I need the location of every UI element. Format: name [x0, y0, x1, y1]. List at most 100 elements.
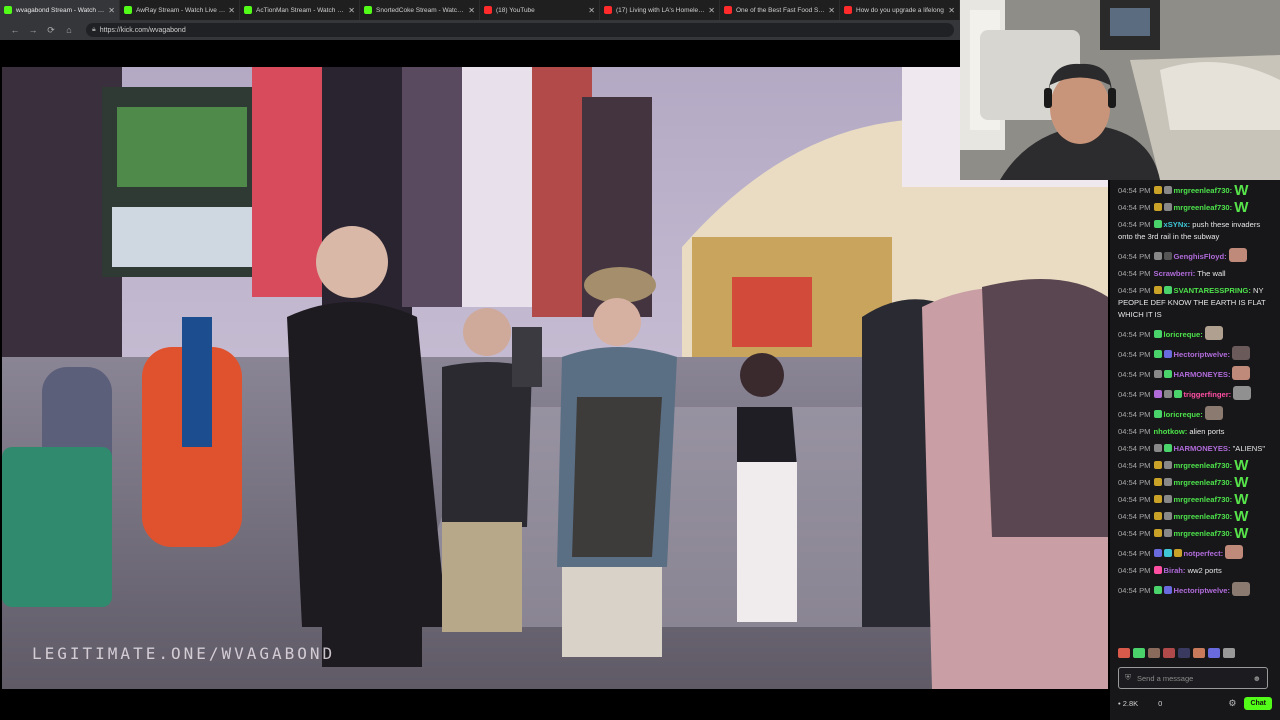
message-username[interactable]: mrgreenleaf730:: [1174, 512, 1233, 521]
message-username[interactable]: mrgreenleaf730:: [1174, 529, 1233, 538]
tab-title: How do you upgrade a lifelong: [856, 6, 944, 14]
message-username[interactable]: GenghisFloyd:: [1174, 252, 1227, 261]
home-icon[interactable]: ⌂: [60, 25, 78, 35]
message-username[interactable]: mrgreenleaf730:: [1174, 186, 1233, 195]
emote-icon: [1204, 326, 1223, 340]
message-username[interactable]: mrgreenleaf730:: [1174, 495, 1233, 504]
message-username[interactable]: loricreque:: [1164, 410, 1203, 419]
browser-tab[interactable]: AcTionMan Stream - Watch Live ✕: [240, 0, 360, 20]
chat-message[interactable]: 04:54 PM xSYNx: push these invaders onto …: [1118, 219, 1276, 243]
chat-message[interactable]: 04:54 PM HARMONEYES: "ALIENS": [1118, 443, 1276, 455]
emote-icon[interactable]: [1178, 648, 1190, 658]
message-text: alien ports: [1189, 427, 1225, 436]
tab-favicon-icon: [244, 6, 252, 14]
message-timestamp: 04:54 PM: [1118, 350, 1151, 359]
message-username[interactable]: Hectoriptwelve:: [1174, 586, 1231, 595]
user-badge-icon: [1163, 478, 1172, 486]
browser-tab[interactable]: (17) Living with LA's Homeless: Inf✕: [600, 0, 720, 20]
chat-message[interactable]: 04:54 PM SVANTARESSPRING: NY PEOPLE DEF K…: [1118, 285, 1276, 321]
chat-message[interactable]: 04:54 PM mrgreenleaf730: W: [1118, 525, 1276, 542]
emote-icon[interactable]: [1163, 648, 1175, 658]
message-username[interactable]: loricreque:: [1164, 330, 1203, 339]
message-username[interactable]: nhotkow:: [1154, 427, 1188, 436]
chat-message[interactable]: 04:54 PM mrgreenleaf730: W: [1118, 183, 1276, 198]
user-badge-icon: [1153, 330, 1162, 338]
chat-message[interactable]: 04:54 PM mrgreenleaf730: W: [1118, 457, 1276, 474]
reload-icon[interactable]: ⟳: [42, 25, 60, 36]
chat-message[interactable]: 04:54 PM HARMONEYES:: [1118, 366, 1276, 381]
browser-tab[interactable]: AwRay Stream - Watch Live on Kick✕: [120, 0, 240, 20]
chat-message[interactable]: 04:54 PM mrgreenleaf730: W: [1118, 475, 1276, 490]
chat-message[interactable]: 04:54 PM loricreque:: [1118, 326, 1276, 341]
video-player[interactable]: LEGITIMATE.ONE/WVAGABOND: [0, 40, 1110, 720]
message-username[interactable]: mrgreenleaf730:: [1174, 203, 1233, 212]
message-username[interactable]: xSYNx:: [1164, 220, 1191, 229]
message-timestamp: 04:54 PM: [1118, 549, 1151, 558]
chat-message[interactable]: 04:54 PM mrgreenleaf730: W: [1118, 492, 1276, 507]
close-tab-icon[interactable]: ✕: [948, 6, 955, 15]
chat-message[interactable]: 04:54 PM notperfect:: [1118, 545, 1276, 560]
chat-message[interactable]: 04:54 PM GenghisFloyd:: [1118, 248, 1276, 263]
message-username[interactable]: triggerfinger:: [1184, 390, 1232, 399]
chat-message[interactable]: 04:54 PM Scrawberri: The wall: [1118, 268, 1276, 280]
chat-input-box[interactable]: ⛨ ☻: [1118, 667, 1268, 689]
chat-send-button[interactable]: Chat: [1244, 696, 1272, 710]
back-icon[interactable]: ←: [6, 25, 24, 35]
url-text: https://kick.com/wvagabond: [99, 26, 186, 34]
chat-message[interactable]: 04:54 PM mrgreenleaf730: W: [1118, 509, 1276, 524]
browser-tab[interactable]: One of the Best Fast Food Sandw ✕: [720, 0, 840, 20]
w-emote-icon: W: [1234, 457, 1249, 474]
message-username[interactable]: Scrawberri:: [1154, 269, 1196, 278]
w-emote-icon: W: [1234, 525, 1249, 542]
emote-icon[interactable]: [1223, 648, 1235, 658]
emoji-icon[interactable]: ☻: [1253, 674, 1261, 683]
emote-icon[interactable]: [1193, 648, 1205, 658]
message-timestamp: 04:54 PM: [1118, 252, 1151, 261]
browser-tab[interactable]: (18) YouTube ✕: [480, 0, 600, 20]
forward-icon[interactable]: →: [24, 25, 42, 35]
chat-message-input[interactable]: [1137, 673, 1253, 683]
viewers-icon: •: [1118, 698, 1121, 708]
close-tab-icon[interactable]: ✕: [468, 6, 475, 15]
chat-message[interactable]: 04:54 PM Hectoriptwelve:: [1118, 582, 1276, 597]
message-username[interactable]: mrgreenleaf730:: [1174, 461, 1233, 470]
chat-message[interactable]: 04:54 PM Birah: ww2 ports: [1118, 565, 1276, 577]
emote-icon: [1225, 545, 1244, 559]
browser-tab[interactable]: wvagabond Stream - Watch Live ✕: [0, 0, 120, 20]
message-timestamp: 04:54 PM: [1118, 427, 1151, 436]
message-username[interactable]: notperfect:: [1184, 549, 1224, 558]
chat-message[interactable]: 04:54 PM nhotkow: alien ports: [1118, 426, 1276, 438]
chat-message[interactable]: 04:54 PM loricreque:: [1118, 406, 1276, 421]
emote-icon[interactable]: [1133, 648, 1145, 658]
message-timestamp: 04:54 PM: [1118, 370, 1151, 379]
close-tab-icon[interactable]: ✕: [708, 6, 715, 15]
tab-title: wvagabond Stream - Watch Live: [16, 6, 106, 14]
message-username[interactable]: Birah:: [1164, 566, 1186, 575]
chat-message[interactable]: 04:54 PM mrgreenleaf730: W: [1118, 200, 1276, 215]
close-tab-icon[interactable]: ✕: [348, 6, 355, 15]
browser-tab[interactable]: How do you upgrade a lifelong ✕: [840, 0, 960, 20]
chat-message[interactable]: 04:54 PM Hectoriptwelve:: [1118, 346, 1276, 361]
close-tab-icon[interactable]: ✕: [108, 6, 115, 15]
close-tab-icon[interactable]: ✕: [228, 6, 235, 15]
emote-icon[interactable]: [1208, 648, 1220, 658]
message-timestamp: 04:54 PM: [1118, 512, 1151, 521]
message-username[interactable]: Hectoriptwelve:: [1174, 350, 1231, 359]
browser-tab[interactable]: SnortedCoke Stream - Watch Live ✕: [360, 0, 480, 20]
close-tab-icon[interactable]: ✕: [588, 6, 595, 15]
stream-video-frame[interactable]: [2, 67, 1108, 689]
message-username[interactable]: HARMONEYES:: [1174, 370, 1231, 379]
user-badge-icon: [1153, 186, 1162, 194]
chat-message-list[interactable]: 04:54 PM mrgreenleaf730: W 04:54 PM mrgreenl…: [1118, 180, 1276, 650]
user-badge-icon: [1163, 549, 1172, 557]
message-username[interactable]: SVANTARESSPRING:: [1174, 286, 1251, 295]
close-tab-icon[interactable]: ✕: [828, 6, 835, 15]
message-username[interactable]: HARMONEYES:: [1174, 444, 1231, 453]
emote-icon[interactable]: [1148, 648, 1160, 658]
user-badge-icon: [1163, 350, 1172, 358]
url-field[interactable]: 🔒︎ https://kick.com/wvagabond: [86, 23, 954, 37]
message-username[interactable]: mrgreenleaf730:: [1174, 478, 1233, 487]
chat-message[interactable]: 04:54 PM triggerfinger:: [1118, 386, 1276, 401]
emote-icon[interactable]: [1118, 648, 1130, 658]
gear-icon[interactable]: ⚙: [1228, 698, 1236, 709]
